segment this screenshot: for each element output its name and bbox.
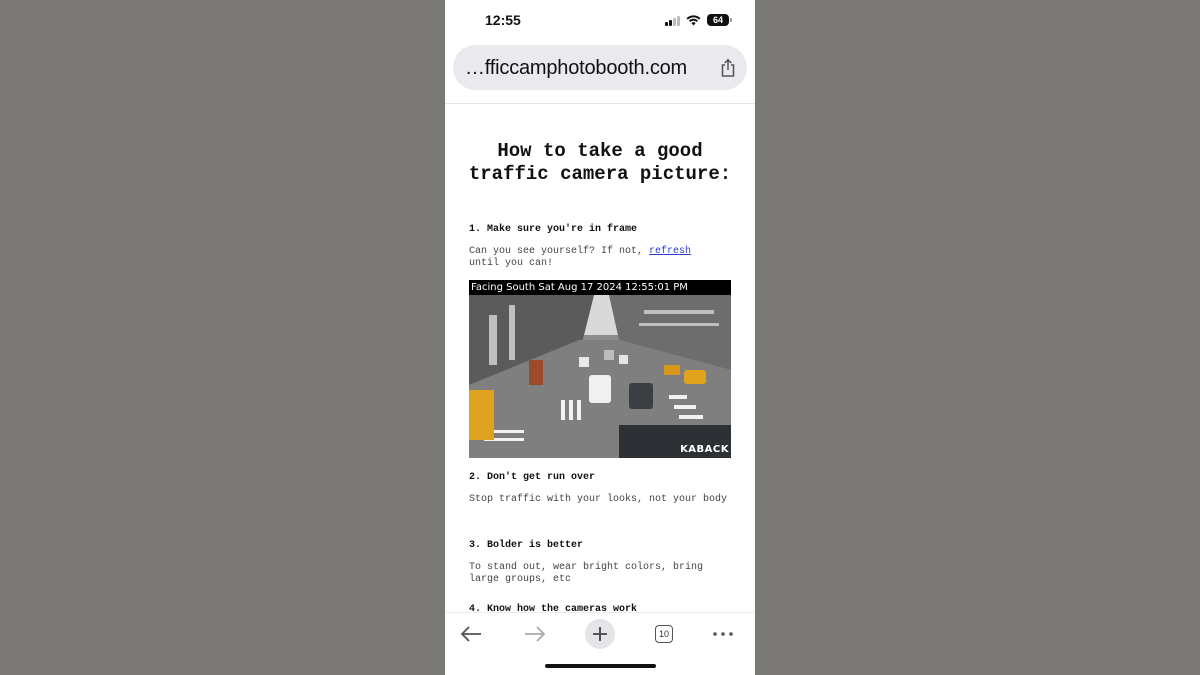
battery-icon: 64	[707, 14, 732, 26]
phone-screen: 12:55 64 …fficcamphotobooth.com How to t…	[445, 0, 755, 675]
step-3-text: To stand out, wear bright colors, bring …	[469, 562, 704, 585]
camera-watermark: KABACK	[680, 444, 729, 455]
home-indicator[interactable]	[545, 664, 656, 668]
tabs-button[interactable]: 10	[649, 619, 679, 649]
step-3-heading: 3. Bolder is better	[469, 540, 584, 551]
browser-toolbar: 10	[445, 612, 755, 675]
page-title: How to take a good traffic camera pictur…	[468, 140, 732, 185]
more-menu-button[interactable]	[708, 619, 738, 649]
back-button[interactable]	[456, 619, 486, 649]
step-2-heading: 2. Don't get run over	[469, 472, 596, 483]
forward-button[interactable]	[520, 619, 550, 649]
street-scene	[469, 295, 731, 458]
forward-arrow-icon	[525, 626, 546, 642]
step-1-heading: 1. Make sure you're in frame	[469, 224, 638, 235]
camera-caption: Facing South Sat Aug 17 2024 12:55:01 PM	[469, 280, 731, 295]
back-arrow-icon	[460, 626, 481, 642]
more-dots-icon	[713, 632, 733, 636]
url-text: …fficcamphotobooth.com	[465, 57, 688, 79]
status-time: 12:55	[485, 12, 521, 28]
cellular-signal-icon	[665, 15, 680, 26]
address-bar[interactable]: …fficcamphotobooth.com	[453, 45, 747, 90]
step-1-text: Can you see yourself? If not, refresh un…	[469, 246, 692, 269]
wifi-icon	[686, 14, 701, 25]
plus-icon	[593, 627, 607, 641]
step-2-text: Stop traffic with your looks, not your b…	[469, 494, 728, 505]
share-icon[interactable]	[719, 58, 737, 78]
step-4-heading-partial: 4. Know how the cameras work	[469, 604, 638, 612]
traffic-camera-image: Facing South Sat Aug 17 2024 12:55:01 PM	[469, 280, 731, 458]
new-tab-button[interactable]	[585, 619, 615, 649]
tab-count: 10	[655, 625, 673, 643]
web-content[interactable]: How to take a good traffic camera pictur…	[445, 104, 755, 612]
refresh-link[interactable]: refresh	[649, 246, 691, 257]
status-icons: 64	[665, 13, 732, 27]
